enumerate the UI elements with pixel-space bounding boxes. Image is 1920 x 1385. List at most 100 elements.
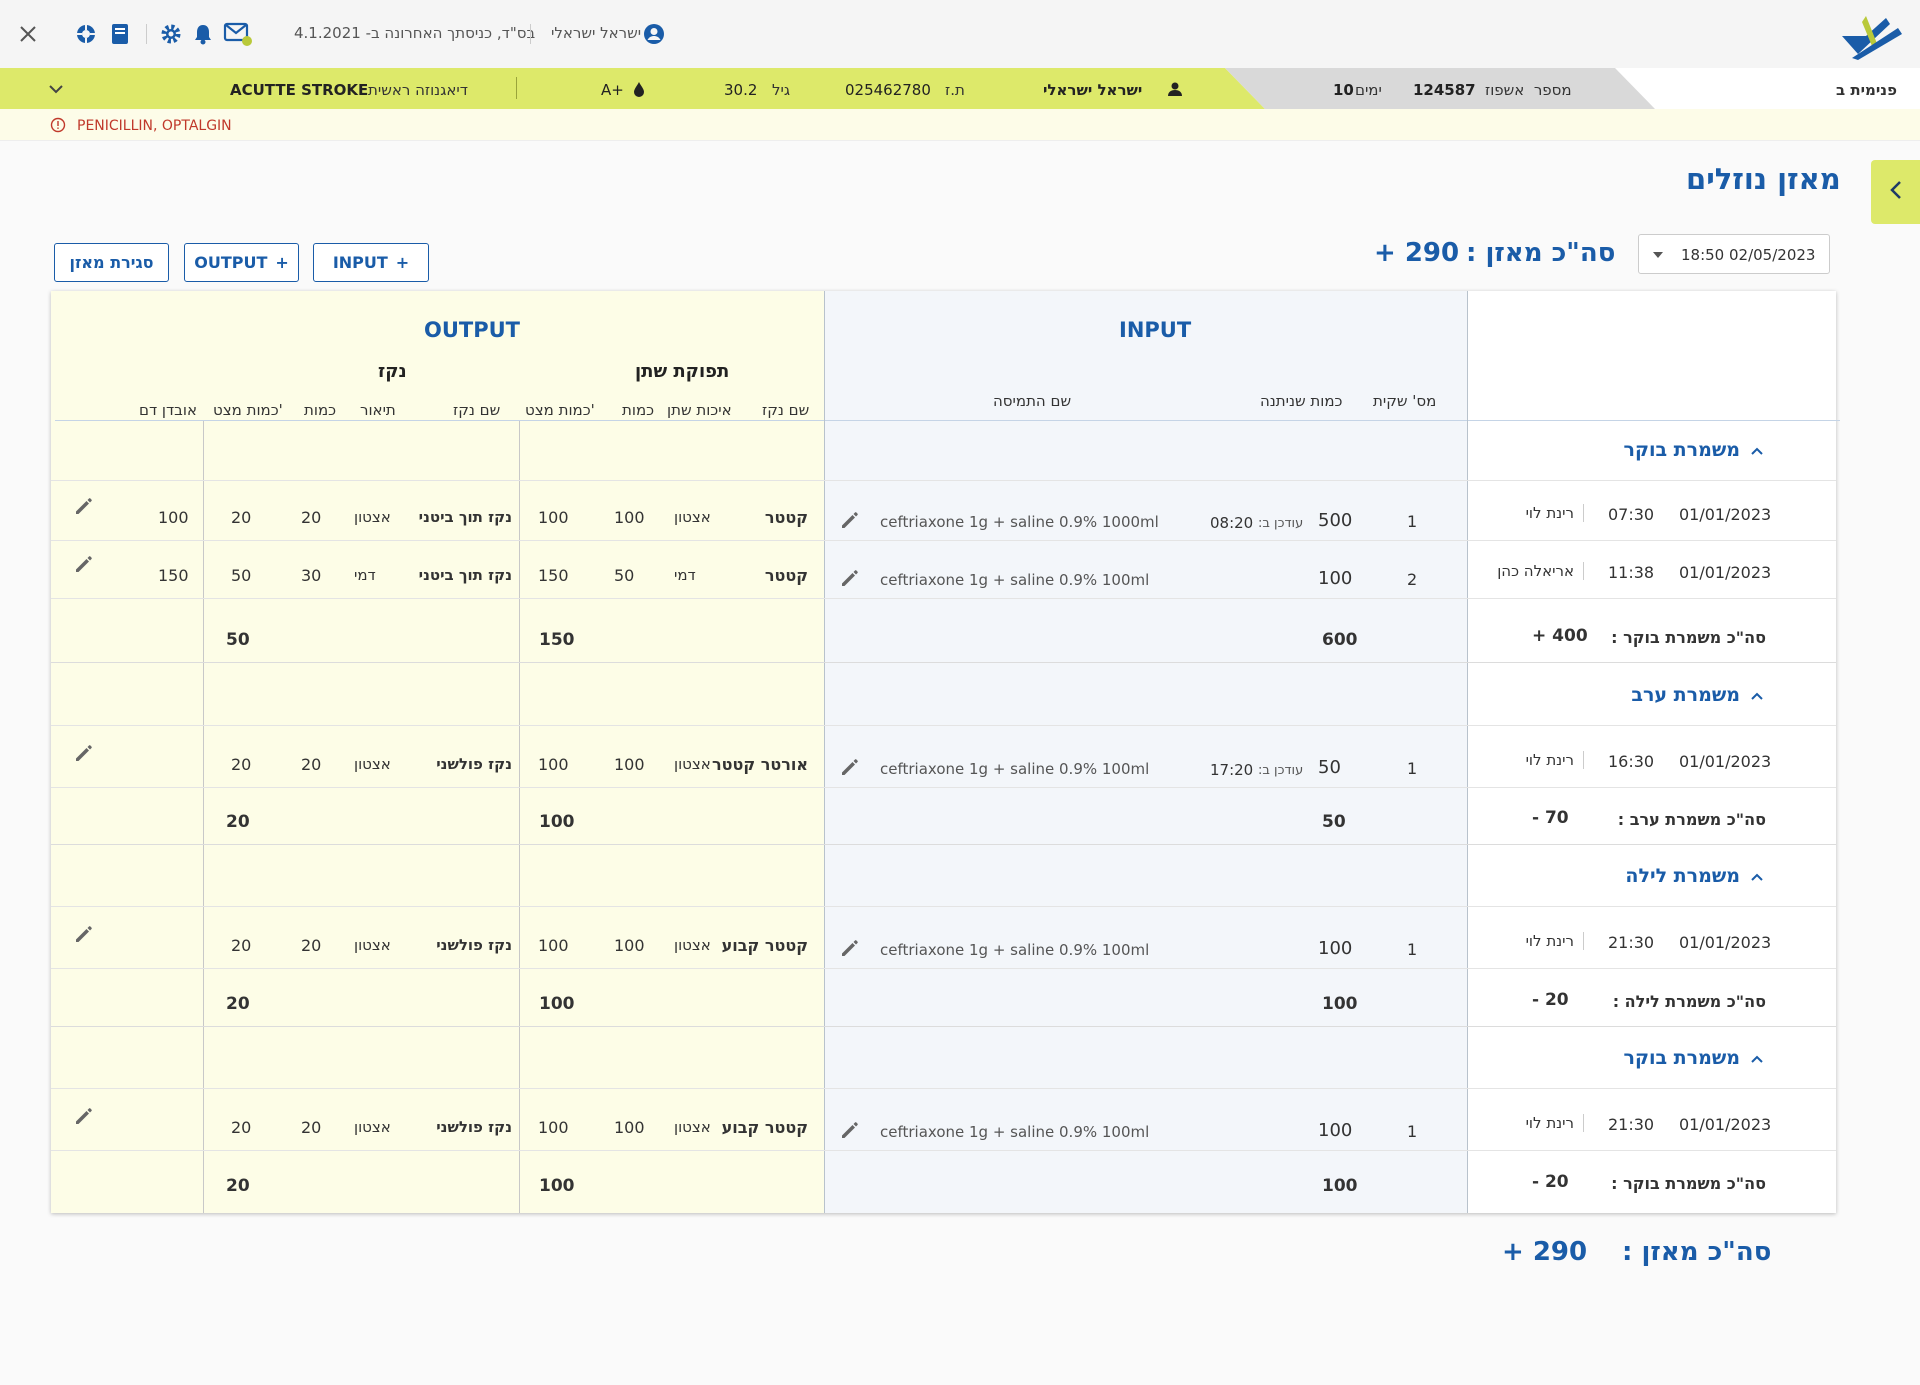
shift-urine-total: 100 [539,994,575,1014]
divider [516,77,517,99]
close-balance-button[interactable]: סגירת מאזן [54,243,169,282]
edit-pencil-icon[interactable] [74,924,94,944]
row-date: 01/01/2023 [1679,1115,1772,1134]
row-urine-cum: 100 [538,936,569,955]
row-time: 21:30 [1608,1115,1655,1134]
edit-pencil-icon[interactable] [840,1120,860,1140]
shift-group-header[interactable]: משמרת בוקר [1500,439,1764,461]
diagnosis-value: ACUTTE STROKE [230,81,369,99]
row-urine-cum: 100 [538,508,569,527]
col-drain-name-2: שם נקז [453,401,501,419]
shift-name: משמרת בוקר [1623,1047,1740,1069]
row-urine-amount: 50 [614,566,635,585]
row-divider [51,1088,1836,1089]
total-balance-value: + 290 [1374,238,1460,268]
output-header: OUTPUT [424,318,520,342]
row-nurse: רינת לוי [1525,504,1574,522]
section-divider [824,291,825,1213]
drain-group-header: נקז [378,361,407,382]
close-icon[interactable] [16,22,40,46]
support-icon[interactable] [74,22,98,46]
row-drain-amount: 30 [301,566,322,585]
days-value: 10 [1333,81,1354,99]
row-divider [51,1026,1836,1027]
footer-total-label: סה"כ מאזן : [1622,1237,1772,1267]
row-drain-name: נקז פולשני [436,1118,512,1136]
edit-pencil-icon[interactable] [840,757,860,777]
row-nurse: רינת לוי [1525,751,1574,769]
shift-total-label: סה"כ משמרת ערב : [1617,810,1766,829]
shift-urine-total: 100 [539,1176,575,1196]
col-blood-loss: אובדן דם [139,401,197,419]
row-nurse: רינת לוי [1525,932,1574,950]
shift-group-header[interactable]: משמרת ערב [1500,684,1764,706]
chevron-left-icon [1889,179,1903,205]
row-divider [51,906,1836,907]
row-drain-desc: אצטון [354,1118,391,1136]
shift-drain-total: 20 [226,1176,250,1196]
row-drain-cum: 20 [231,936,252,955]
col-solution-name: שם התמיסה [993,392,1072,410]
department-name: פנימית ב [1836,81,1897,99]
row-date: 01/01/2023 [1679,752,1772,771]
shift-balance: - 70 [1532,808,1569,828]
shift-drain-total: 20 [226,994,250,1014]
bell-icon[interactable] [191,22,215,46]
divider [530,24,531,44]
days-label: ימים [1355,81,1382,99]
shift-input-total: 100 [1322,994,1358,1014]
edit-pencil-icon[interactable] [840,568,860,588]
diagnosis-label: דיאגנוזה ראשית [368,81,468,99]
row-updated-time: 17:20 [1210,761,1254,779]
divider [1583,1114,1584,1132]
chevron-up-icon [1750,865,1764,887]
shift-total-label: סה"כ משמרת בוקר : [1611,628,1766,647]
shift-urine-total: 100 [539,812,575,832]
row-time: 21:30 [1608,933,1655,952]
shift-group-header[interactable]: משמרת לילה [1500,865,1764,887]
row-date: 01/01/2023 [1679,933,1772,952]
col-cum-amount: כמות מצט' [525,401,595,419]
row-urine-quality: דמי [674,566,696,584]
side-panel-toggle[interactable] [1871,160,1920,224]
shift-group-header[interactable]: משמרת בוקר [1500,1047,1764,1069]
edit-pencil-icon[interactable] [840,938,860,958]
alert-circle-icon [50,117,66,133]
col-amount-2: כמות [304,401,337,419]
row-urine-cum: 100 [538,755,569,774]
edit-pencil-icon[interactable] [840,510,860,530]
row-urine-name: קטטר קבוע [721,936,808,955]
divider [1583,562,1584,580]
chevron-up-icon [1750,684,1764,706]
edit-pencil-icon[interactable] [74,496,94,516]
row-updated-time: 08:20 [1210,514,1254,532]
col-bag-no: מס' שקית [1373,392,1437,410]
add-input-button[interactable]: + INPUT [313,243,429,282]
row-divider [51,480,1836,481]
user-avatar-icon[interactable] [642,22,666,46]
add-output-button[interactable]: + OUTPUT [184,243,299,282]
shift-input-total: 50 [1322,812,1346,832]
row-drain-name: נקז פולשני [436,755,512,773]
divider [1583,751,1584,769]
input-header: INPUT [1119,318,1192,342]
row-date: 01/01/2023 [1679,563,1772,582]
shift-name: משמרת ערב [1631,684,1740,706]
mail-icon[interactable] [223,20,253,48]
row-amount-given: 100 [1318,938,1353,959]
row-drain-cum: 20 [231,1118,252,1137]
total-balance-label: סה"כ מאזן : [1466,238,1616,268]
row-bag-no: 2 [1407,570,1418,589]
allergy-bar [0,109,1920,141]
chevron-down-icon[interactable] [46,79,66,99]
date-picker[interactable]: 18:50 02/05/2023 [1638,234,1830,274]
top-bar: בס"ד, כניסתך האחרונה ב- 4.1.2021 ישראל י… [0,0,1920,68]
row-amount-given: 500 [1318,510,1353,531]
edit-pencil-icon[interactable] [74,1106,94,1126]
row-solution: ceftriaxone 1g + saline 0.9% 100ml [880,760,1150,778]
book-icon[interactable] [108,22,132,46]
row-divider [51,725,1836,726]
gear-icon[interactable] [159,22,183,46]
edit-pencil-icon[interactable] [74,554,94,574]
edit-pencil-icon[interactable] [74,743,94,763]
